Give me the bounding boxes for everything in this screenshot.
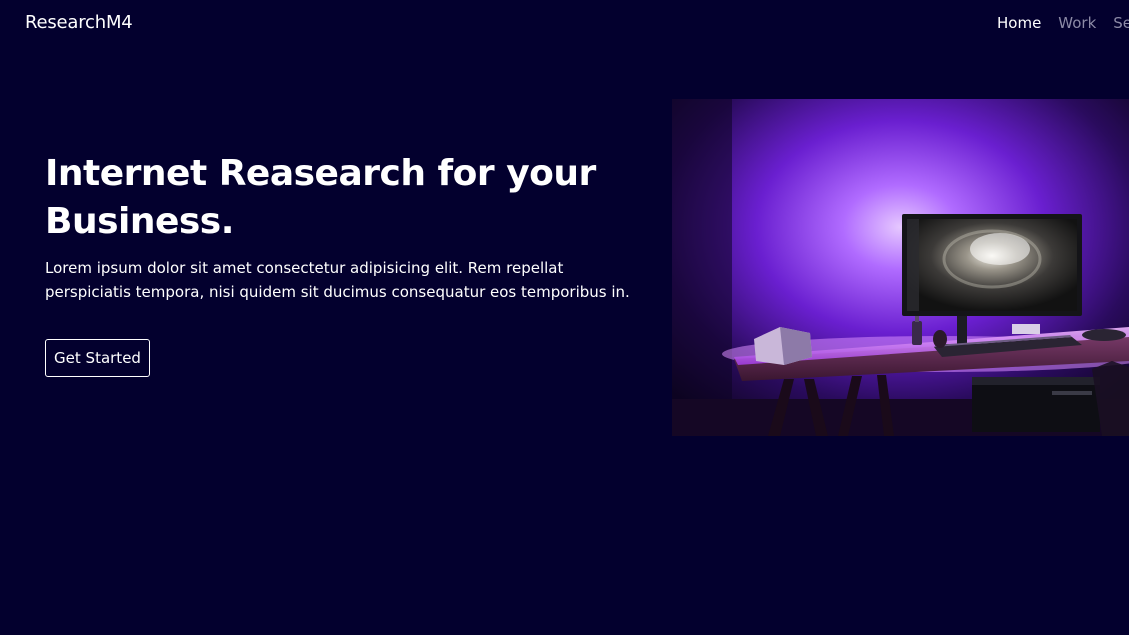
hero-title: Internet Reasearch for your Business.: [45, 153, 596, 242]
brand-logo[interactable]: ResearchM4: [25, 12, 133, 33]
hero-section: Internet Reasearch for your Business. Lo…: [45, 150, 645, 304]
get-started-button[interactable]: Get Started: [45, 339, 150, 377]
nav-item-home[interactable]: Home: [997, 14, 1041, 32]
nav-item-services[interactable]: Ser: [1113, 14, 1129, 32]
nav-links: Home Work Ser: [997, 14, 1129, 32]
navbar: ResearchM4 Home Work Ser: [0, 0, 1129, 48]
nav-item-work[interactable]: Work: [1058, 14, 1096, 32]
desk-setup-image: [672, 99, 1129, 436]
hero-description: Lorem ipsum dolor sit amet consectetur a…: [45, 259, 630, 301]
